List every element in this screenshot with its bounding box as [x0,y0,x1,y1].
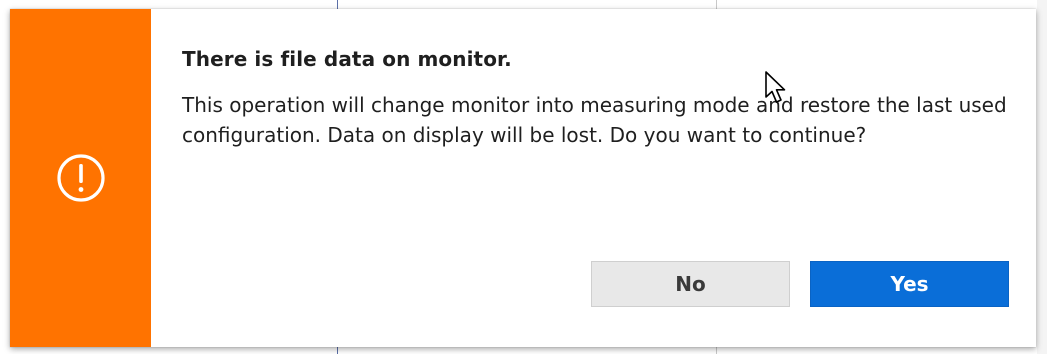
background-panel [1037,0,1047,354]
background-divider [716,347,717,354]
dialog-content: There is file data on monitor. This oper… [151,9,1036,347]
warning-exclamation-icon [56,154,105,202]
yes-button[interactable]: Yes [810,261,1009,307]
dialog-title: There is file data on monitor. [182,47,512,71]
dialog-accent-band [10,9,151,347]
dialog-message: This operation will change monitor into … [182,93,1007,147]
background-divider [337,0,338,9]
confirmation-dialog: There is file data on monitor. This oper… [10,9,1036,347]
no-button[interactable]: No [591,261,790,307]
background-divider [337,347,338,354]
background-divider [716,0,717,9]
